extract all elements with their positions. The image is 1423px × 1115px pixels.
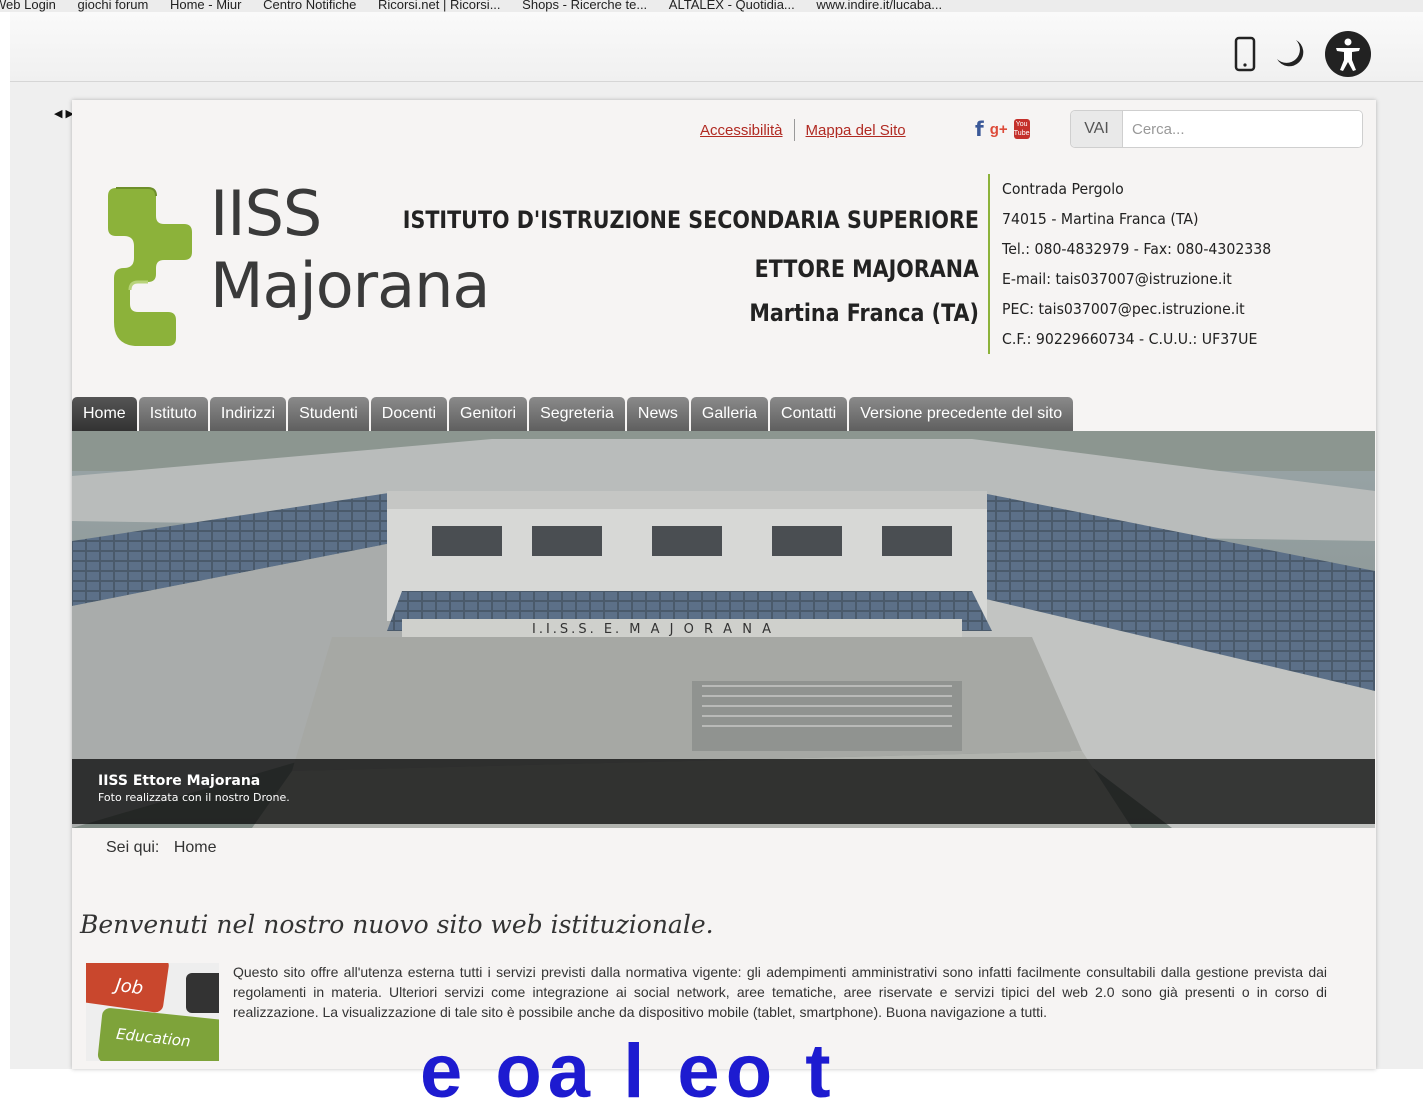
- bookmark-item[interactable]: Ricorsi.net | Ricorsi...: [378, 0, 501, 11]
- breadcrumb-label: Sei qui:: [106, 839, 160, 856]
- intro-paragraph: Questo sito offre all'utenza esterna tut…: [233, 964, 1327, 1020]
- bookmark-item[interactable]: www.indire.it/lucaba...: [816, 0, 942, 11]
- contact-info: Contrada Pergolo 74015 - Martina Franca …: [988, 174, 1288, 354]
- nav-tab-docenti[interactable]: Docenti: [370, 397, 448, 431]
- nav-tab-galleria[interactable]: Galleria: [690, 397, 769, 431]
- nav-tab-istituto[interactable]: Istituto: [138, 397, 208, 431]
- google-plus-icon[interactable]: g+: [990, 121, 1008, 138]
- banner-caption: IISS Ettore Majorana Foto realizzata con…: [72, 759, 1375, 824]
- search-box: VAI: [1070, 110, 1363, 148]
- bookmark-item[interactable]: Home - Miur: [170, 0, 242, 11]
- contact-city: 74015 - Martina Franca (TA): [1002, 210, 1199, 228]
- bookmark-item[interactable]: giochi forum: [78, 0, 149, 11]
- social-links: f g+ You Tube: [975, 117, 1030, 141]
- contact-fiscal-code: C.F.: 90229660734 - C.U.U.: UF37UE: [1002, 330, 1258, 348]
- school-type: ISTITUTO D'ISTRUZIONE SECONDARIA SUPERIO…: [402, 206, 979, 234]
- nav-tab-old-site[interactable]: Versione precedente del sito: [849, 397, 1074, 431]
- school-title: ETTORE MAJORANA: [754, 255, 979, 283]
- facebook-icon[interactable]: f: [975, 117, 984, 141]
- search-button[interactable]: VAI: [1071, 111, 1123, 147]
- search-input[interactable]: [1123, 111, 1362, 147]
- main-nav: Home Istituto Indirizzi Studenti Docenti…: [72, 396, 1075, 431]
- contact-address: Contrada Pergolo: [1002, 180, 1124, 198]
- contact-phone: Tel.: 080-4832979 - Fax: 080-4302338: [1002, 240, 1272, 258]
- school-name: ISTITUTO D'ISTRUZIONE SECONDARIA SUPERIO…: [403, 204, 979, 329]
- breadcrumb-current[interactable]: Home: [174, 839, 217, 856]
- nav-tab-segreteria[interactable]: Segreteria: [529, 397, 625, 431]
- dark-mode-moon-icon[interactable]: [1274, 37, 1306, 71]
- accessibility-icon[interactable]: [1324, 30, 1372, 78]
- mobile-view-icon[interactable]: [1234, 36, 1256, 72]
- nav-tab-genitori[interactable]: Genitori: [449, 397, 528, 431]
- building-sign: I.I.S.S. E. M A J O R A N A: [532, 622, 774, 637]
- overlay-partial-text: e oa l eo t: [420, 1029, 837, 1114]
- site-page: Accessibilità Mappa del Sito f g+ You Tub…: [72, 100, 1376, 1069]
- bookmarks-bar: Web Login giochi forum Home - Miur Centr…: [0, 0, 1423, 12]
- nav-tab-studenti[interactable]: Studenti: [288, 397, 369, 431]
- caption-title: IISS Ettore Majorana: [98, 773, 261, 789]
- scroll-arrows-icon[interactable]: ◀ ▶: [54, 107, 74, 120]
- contact-pec: PEC: tais037007@pec.istruzione.it: [1002, 300, 1245, 318]
- school-city: Martina Franca (TA): [749, 299, 979, 327]
- thumb-word-job: Job: [111, 974, 144, 999]
- bookmark-item[interactable]: Shops - Ricerche te...: [522, 0, 647, 11]
- accessibility-toolbar: [10, 12, 1423, 82]
- logo-mark-icon: [108, 187, 192, 346]
- breadcrumb: Sei qui: Home: [106, 839, 217, 857]
- nav-tab-contatti[interactable]: Contatti: [770, 397, 848, 431]
- sitemap-link[interactable]: Mappa del Sito: [806, 122, 906, 139]
- bookmark-item[interactable]: Web Login: [0, 0, 56, 11]
- nav-tab-home[interactable]: Home: [72, 397, 137, 431]
- youtube-icon[interactable]: You Tube: [1013, 119, 1030, 139]
- logo-text-iiss: IISS: [210, 177, 322, 250]
- bookmark-item[interactable]: Centro Notifiche: [263, 0, 356, 11]
- nav-tab-news[interactable]: News: [626, 397, 689, 431]
- caption-subtitle: Foto realizzata con il nostro Drone.: [98, 791, 290, 804]
- job-education-image: Job Education: [86, 963, 219, 1061]
- bookmark-item[interactable]: ALTALEX - Quotidia...: [669, 0, 795, 11]
- page-title: Benvenuti nel nostro nuovo sito web isti…: [80, 910, 714, 939]
- top-links: Accessibilità Mappa del Sito: [700, 119, 906, 141]
- contact-email: E-mail: tais037007@istruzione.it: [1002, 270, 1232, 288]
- accessibility-link[interactable]: Accessibilità: [700, 122, 783, 139]
- hero-banner[interactable]: I.I.S.S. E. M A J O R A N A IISS Ettore …: [72, 431, 1375, 828]
- nav-tab-indirizzi[interactable]: Indirizzi: [209, 397, 287, 431]
- link-divider: [793, 119, 795, 141]
